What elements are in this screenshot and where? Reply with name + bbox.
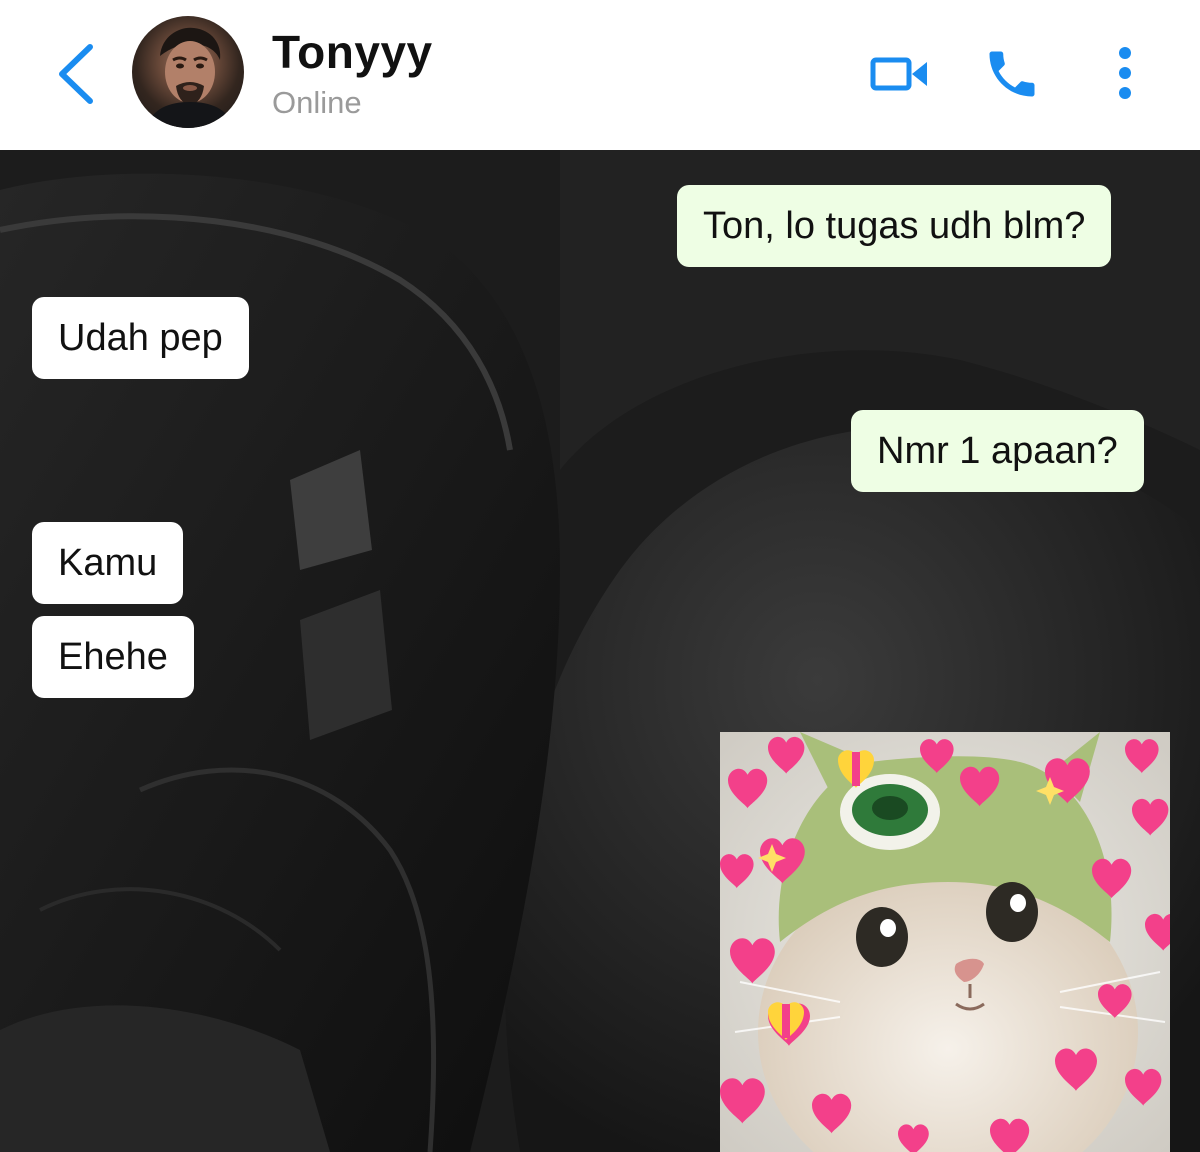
video-call-button[interactable] — [864, 46, 936, 106]
message-bubble-incoming[interactable]: Udah pep — [32, 297, 249, 379]
video-camera-icon — [870, 54, 930, 99]
message-bubble-incoming[interactable]: Ehehe — [32, 616, 194, 698]
more-vertical-icon — [1115, 45, 1135, 106]
message-text: Kamu — [58, 541, 158, 584]
chat-header: Tonyyy Online — [0, 0, 1200, 150]
sticker-message[interactable] — [720, 732, 1170, 1152]
message-text: Ehehe — [58, 635, 168, 678]
message-text: Udah pep — [58, 316, 223, 359]
message-bubble-outgoing[interactable]: Nmr 1 apaan? — [851, 410, 1144, 492]
back-button[interactable] — [44, 38, 108, 114]
contact-name[interactable]: Tonyyy — [272, 24, 433, 80]
message-bubble-outgoing[interactable]: Ton, lo tugas udh blm? — [677, 185, 1112, 267]
voice-call-button[interactable] — [976, 40, 1048, 112]
cat-sticker-image — [720, 732, 1170, 1152]
message-text: Ton, lo tugas udh blm? — [703, 204, 1086, 247]
contact-status: Online — [272, 85, 362, 120]
chat-area[interactable]: Ton, lo tugas udh blm? Udah pep Nmr 1 ap… — [0, 150, 1200, 1152]
message-bubble-incoming[interactable]: Kamu — [32, 522, 184, 604]
phone-icon — [982, 44, 1042, 109]
avatar[interactable] — [132, 16, 244, 128]
message-text: Nmr 1 apaan? — [877, 429, 1118, 472]
more-options-button[interactable] — [1100, 42, 1150, 108]
chevron-left-icon — [56, 43, 96, 110]
